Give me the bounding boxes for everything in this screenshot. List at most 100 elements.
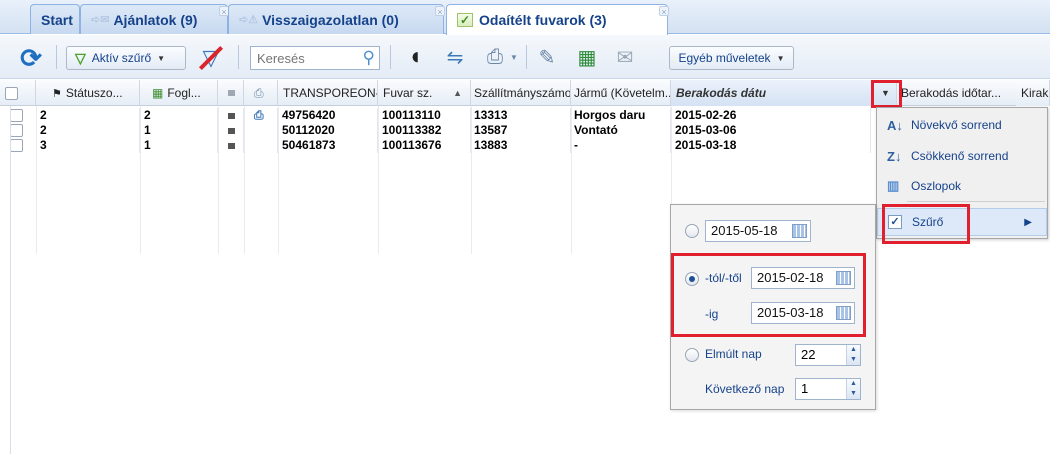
comment-icon[interactable]: ◖ [400,43,430,71]
past-days-stepper[interactable]: 22 ▲ ▼ [795,344,861,366]
search-input[interactable] [251,48,351,68]
cell-shipments: 13883 [471,138,571,153]
date-on-field[interactable]: 2015-05-18 [705,220,811,242]
toolbar-separator [526,45,527,69]
checkbox[interactable] [10,139,23,152]
tab-awarded[interactable]: ✓ Odaítélt fuvarok (3) × [446,4,669,35]
menu-item-columns[interactable]: ▥ Oszlopok [877,171,1047,201]
cell-print [244,123,278,138]
active-filter-button[interactable]: ▽ Aktív szűrő ▼ [66,46,186,70]
other-actions-button[interactable]: Egyéb műveletek ▼ [669,46,794,70]
header-loading-date-label: Berakodás dátu [676,86,767,100]
cell-freight-no: 100113110 [378,108,471,123]
header-freight-no[interactable]: Fuvar sz. ▲ [378,80,471,106]
edit-icon[interactable]: ✎ [532,43,562,71]
menu-item-sort-descending[interactable]: Z↓ Csökkenő sorrend [877,141,1047,171]
cell-booking: 2 [140,108,218,123]
select-all-checkbox[interactable] [5,86,18,100]
radio-on-date[interactable] [685,224,699,238]
square-icon [228,112,235,119]
cell-status: 2 [36,123,140,138]
radio-past-days[interactable] [685,348,699,362]
calendar-icon[interactable] [792,224,807,238]
header-unloading[interactable]: Kirak [1016,80,1050,106]
clear-filter-icon[interactable]: ▽ [194,44,228,72]
cell-print[interactable]: ⎙ [244,108,278,123]
tab-awarded-label: Odaítélt fuvarok (3) [479,12,607,28]
cell-freight-no: 100113382 [378,123,471,138]
menu-item-filter[interactable]: ✓ Szűrő ▶ [877,208,1047,236]
header-shipments-label: Szállítmányszámok [474,86,571,100]
header-print[interactable]: ⎙ [244,80,278,106]
header-status[interactable]: ⚑ Státuszo... [36,80,140,106]
row-checkbox[interactable] [0,108,36,123]
menu-separator [907,201,1045,202]
offers-icon: ➪✉ [91,14,110,26]
tab-offers[interactable]: ➪✉ Ajánlatok (9) × [80,4,229,34]
header-marker[interactable] [218,80,244,106]
calendar-icon[interactable] [836,306,851,320]
toolbar-separator [56,45,57,69]
header-transporeon-id[interactable]: TRANSPOREON-ID [278,80,378,106]
refresh-icon[interactable]: ⟳ [14,43,48,73]
chevron-down-icon: ▼ [776,53,785,63]
close-icon[interactable]: × [435,6,445,17]
row-checkbox[interactable] [0,138,36,153]
header-loading-date[interactable]: Berakodás dátu ▼ [671,80,897,106]
column-context-menu: A↓ Növekvő sorrend Z↓ Csökkenő sorrend ▥… [876,107,1048,239]
cell-vehicle: Horgos daru [571,108,671,123]
date-to-field[interactable]: 2015-03-18 [751,302,855,324]
toolbar-separator [390,45,391,69]
calendar-icon[interactable] [836,271,851,285]
header-booking[interactable]: ▦ Fogl... [140,80,218,106]
cell-shipments: 13587 [471,123,571,138]
tab-unconfirmed[interactable]: ➪⚠ Visszaigazolatlan (0) × [228,4,445,34]
cell-loading-date: 2015-03-18 [671,138,871,153]
stepper-arrows-icon[interactable]: ▲ ▼ [846,345,860,365]
check-icon: ✓ [457,13,473,27]
cell-transporeon-id: 49756420 [278,108,378,123]
menu-item-sort-ascending[interactable]: A↓ Növekvő sorrend [877,110,1047,140]
table-row[interactable]: 2 1 50112020 100113382 13587 Vontató 201… [0,123,871,138]
sort-ascending-icon: ▲ [453,88,462,98]
cell-loading-date: 2015-03-06 [671,123,871,138]
chevron-down-icon[interactable]: ▼ [881,88,890,98]
table-row[interactable]: 3 1 50461873 100113676 13883 - 2015-03-1… [0,138,871,153]
tab-start-label: Start [41,11,73,28]
next-days-label: Következő nap [705,382,785,396]
table-row[interactable]: 2 2 ⎙ 49756420 100113110 13313 Horgos da… [0,108,871,123]
radio-date-range[interactable] [685,272,699,286]
header-vehicle[interactable]: Jármű (Követelm... [571,80,671,106]
header-unloading-label: Kirak [1021,86,1049,100]
row-checkbox[interactable] [0,123,36,138]
close-icon[interactable]: × [659,6,669,17]
checkbox[interactable] [10,109,23,122]
square-icon [228,142,235,149]
search-icon[interactable]: ⚲ [363,48,375,68]
active-filter-label: Aktív szűrő [91,51,152,65]
next-days-stepper[interactable]: 1 ▲ ▼ [795,378,861,400]
checkbox-checked-icon[interactable]: ✓ [888,215,902,229]
excel-icon[interactable]: ▦ [572,43,602,71]
date-from-field[interactable]: 2015-02-18 [751,267,855,289]
tab-start[interactable]: Start [30,4,80,34]
cell-booking: 1 [140,123,218,138]
chevron-down-icon[interactable]: ▼ [506,43,522,71]
sort-az-icon: A↓ [887,117,903,133]
cell-loading-date: 2015-02-26 [671,108,871,123]
cell-transporeon-id: 50461873 [278,138,378,153]
header-vehicle-label: Jármű (Követelm... [574,86,671,100]
stepper-arrows-icon[interactable]: ▲ ▼ [846,379,860,399]
other-actions-label: Egyéb műveletek [678,51,771,65]
assign-icon[interactable]: ⇋ [440,43,470,71]
columns-icon: ▥ [887,178,900,193]
next-days-value: 1 [801,381,809,396]
search-field[interactable]: ⚲ [250,46,380,70]
header-select-all[interactable] [0,80,36,106]
checkbox[interactable] [10,124,23,137]
header-shipments[interactable]: Szállítmányszámok [471,80,571,106]
print-icon[interactable]: ⎙ [254,108,264,122]
cell-marker [218,138,244,153]
mail-icon[interactable]: ✉ [610,43,640,71]
chevron-right-icon: ▶ [1024,216,1032,228]
